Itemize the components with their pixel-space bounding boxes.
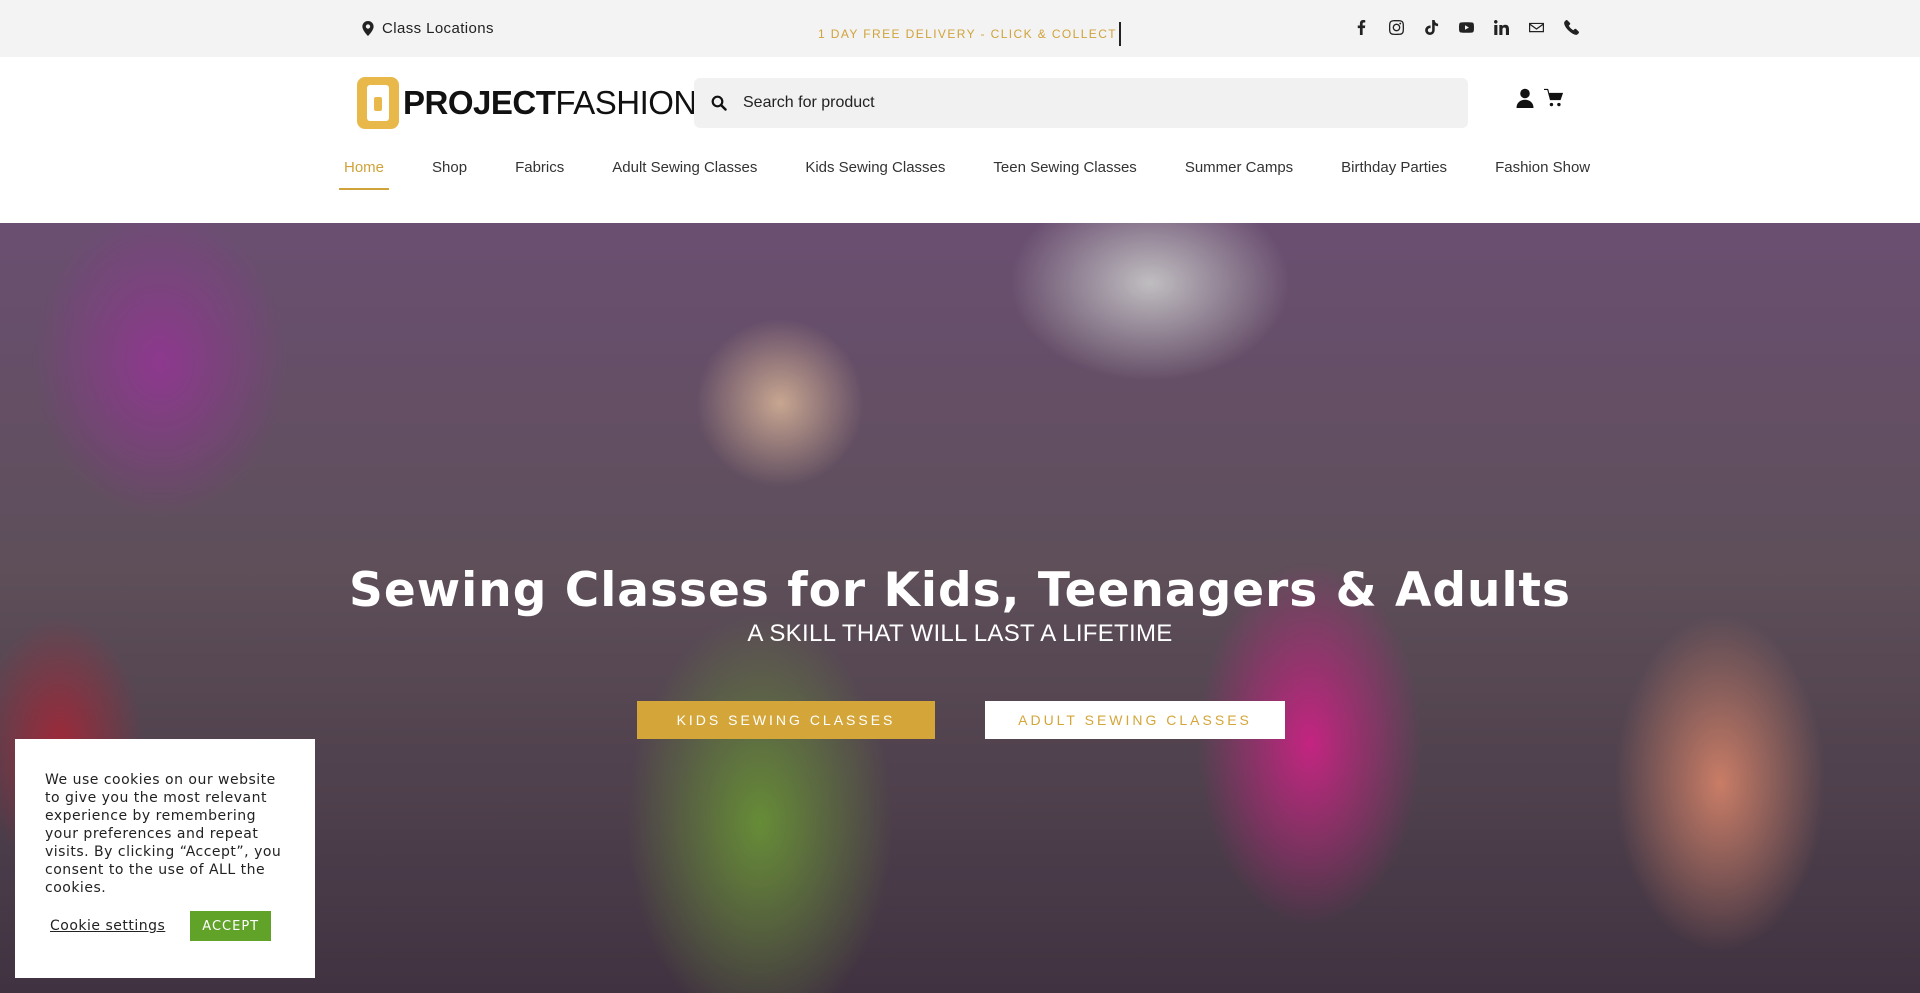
main-nav: Home Shop Fabrics Adult Sewing Classes K… bbox=[339, 158, 1595, 190]
map-pin-icon bbox=[362, 21, 374, 36]
instagram-icon[interactable] bbox=[1387, 18, 1405, 36]
kids-sewing-classes-button[interactable]: KIDS SEWING CLASSES bbox=[637, 701, 935, 739]
nav-item-label: Kids Sewing Classes bbox=[805, 159, 946, 176]
phone-icon[interactable] bbox=[1562, 18, 1580, 36]
mail-icon[interactable] bbox=[1527, 18, 1545, 36]
nav-item-label: Shop bbox=[432, 159, 468, 176]
promo-banner[interactable]: 1 DAY FREE DELIVERY - CLICK & COLLECT bbox=[818, 22, 1121, 46]
facebook-icon[interactable] bbox=[1352, 18, 1370, 36]
nav-item-kids-sewing-classes[interactable]: Kids Sewing Classes bbox=[800, 158, 950, 190]
top-bar: Class Locations 1 DAY FREE DELIVERY - CL… bbox=[0, 0, 1920, 57]
linkedin-icon[interactable] bbox=[1492, 18, 1510, 36]
cart-icon[interactable] bbox=[1544, 88, 1564, 108]
nav-item-label: Fashion Show bbox=[1495, 159, 1591, 176]
youtube-icon[interactable] bbox=[1457, 18, 1475, 36]
header-actions bbox=[1515, 88, 1564, 108]
nav-item-summer-camps[interactable]: Summer Camps bbox=[1180, 158, 1298, 190]
logo-light-text: FASHION bbox=[555, 84, 697, 121]
search-icon bbox=[711, 95, 727, 111]
tiktok-icon[interactable] bbox=[1422, 18, 1440, 36]
search-bar[interactable] bbox=[694, 78, 1468, 128]
nav-item-label: Fabrics bbox=[515, 159, 565, 176]
logo-wordmark: PROJECTFASHION bbox=[403, 84, 697, 122]
nav-item-fashion-show[interactable]: Fashion Show bbox=[1490, 158, 1595, 190]
nav-item-label: Home bbox=[344, 159, 385, 176]
cookie-consent-panel: We use cookies on our website to give yo… bbox=[15, 739, 315, 978]
site-logo[interactable]: PROJECTFASHION bbox=[357, 77, 697, 129]
cookie-message: We use cookies on our website to give yo… bbox=[45, 772, 282, 896]
nav-item-label: Birthday Parties bbox=[1341, 159, 1448, 176]
logo-mark-icon bbox=[357, 77, 399, 129]
nav-item-label: Adult Sewing Classes bbox=[612, 159, 758, 176]
promo-text: 1 DAY FREE DELIVERY - CLICK & COLLECT bbox=[818, 27, 1117, 41]
cookie-settings-link[interactable]: Cookie settings bbox=[50, 918, 165, 934]
social-links bbox=[1352, 18, 1580, 36]
search-input[interactable] bbox=[743, 94, 1443, 112]
nav-item-birthday-parties[interactable]: Birthday Parties bbox=[1336, 158, 1452, 190]
nav-item-label: Teen Sewing Classes bbox=[993, 159, 1137, 176]
user-icon[interactable] bbox=[1515, 88, 1535, 108]
nav-item-home[interactable]: Home bbox=[339, 158, 390, 190]
class-locations-label: Class Locations bbox=[382, 20, 494, 37]
text-cursor bbox=[1119, 22, 1121, 46]
cookie-actions: Cookie settings ACCEPT bbox=[50, 911, 272, 941]
nav-item-label: Summer Camps bbox=[1184, 159, 1294, 176]
hero-subtitle: A SKILL THAT WILL LAST A LIFETIME bbox=[747, 620, 1173, 647]
hero-title: Sewing Classes for Kids, Teenagers & Adu… bbox=[348, 563, 1572, 618]
accept-cookies-button[interactable]: ACCEPT bbox=[190, 911, 272, 941]
nav-item-shop[interactable]: Shop bbox=[427, 158, 472, 190]
logo-bold-text: PROJECT bbox=[403, 84, 556, 121]
nav-item-teen-sewing-classes[interactable]: Teen Sewing Classes bbox=[988, 158, 1141, 190]
adult-sewing-classes-button[interactable]: ADULT SEWING CLASSES bbox=[985, 701, 1285, 739]
nav-item-adult-sewing-classes[interactable]: Adult Sewing Classes bbox=[607, 158, 762, 190]
class-locations-link[interactable]: Class Locations bbox=[362, 20, 494, 37]
nav-item-fabrics[interactable]: Fabrics bbox=[510, 158, 569, 190]
